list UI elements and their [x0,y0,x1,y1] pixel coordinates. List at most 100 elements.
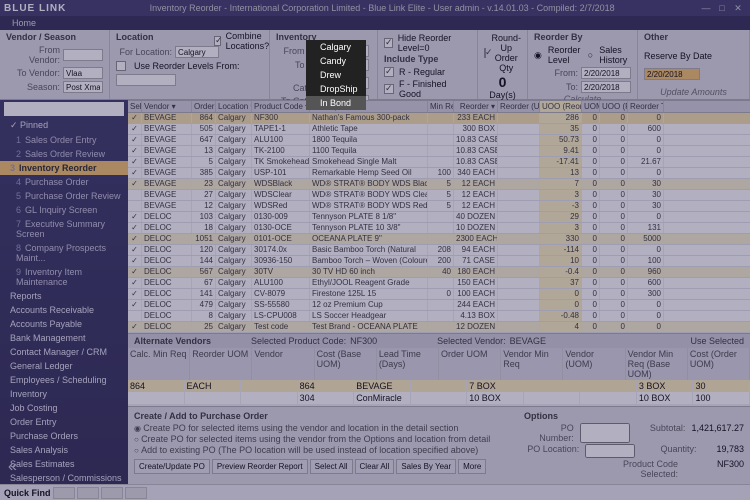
grid-row[interactable]: ✓DELOC1051Calgary0101-OCEOCEANA PLATE 9"… [128,234,750,245]
alt-col-header[interactable]: Vendor [252,348,314,380]
reorder-to[interactable] [581,81,631,93]
location-dropdown[interactable]: CalgaryCandyDrewDropShipIn Bond [306,40,366,110]
po-number-input[interactable] [580,423,630,443]
grid-row[interactable]: ✓DELOC120Calgary30174.0xBasic Bamboo Tor… [128,245,750,256]
grid-row[interactable]: ✓DELOC103Calgary0130-009Tennyson PLATE 8… [128,212,750,223]
alt-col-header[interactable]: Calc. Min Req [128,348,190,380]
sidebar-item[interactable]: 5Purchase Order Review [0,189,128,203]
sidebar-module[interactable]: Purchase Orders [0,429,128,443]
col-header[interactable]: UOM (Reorder) ▾ [582,101,600,112]
col-header[interactable]: Order ▾ [192,101,216,112]
grid-row[interactable]: ✓BEVAGE13CalgaryTK-21001100 Tequila10.83… [128,146,750,157]
preview-report-button[interactable]: Preview Reorder Report [212,459,308,474]
min-icon[interactable]: — [698,3,714,13]
col-header[interactable]: Location ▾ [216,101,252,112]
col-header[interactable]: Min Reorder ▾ [428,101,454,112]
sidebar-collapse-icon[interactable]: « [8,458,17,476]
status-tab[interactable] [125,487,147,499]
sidebar-item[interactable]: 8Company Prospects Maint... [0,241,128,265]
include-f-checkbox[interactable] [384,84,394,94]
radio-create-options[interactable]: ○ Create PO for selected items using the… [134,434,504,444]
grid-row[interactable]: ✓BEVAGE505CalgaryTAPE1-1Athletic Tape300… [128,124,750,135]
sidebar-item[interactable]: 2Sales Order Review [0,147,128,161]
create-update-po-button[interactable]: Create/Update PO [134,459,210,474]
grid-row[interactable]: ✓BEVAGE5CalgaryTK SmokeheadSmokehead Sin… [128,157,750,168]
to-vendor-input[interactable] [63,67,103,79]
po-location-input[interactable] [585,444,635,458]
alt-col-header[interactable]: Order UOM [439,348,501,380]
grid-row[interactable]: ✓DELOC18Calgary0130-OCETennyson PLATE 10… [128,223,750,234]
grid-body[interactable]: ✓BEVAGE864CalgaryNF300Nathan's Famous 30… [128,113,750,333]
sidebar-module[interactable]: Accounts Payable [0,317,128,331]
update-amounts-button[interactable]: Update Amounts [660,87,727,97]
sidebar-module[interactable]: Employees / Scheduling [0,373,128,387]
reserve-date[interactable] [644,68,700,80]
include-r-checkbox[interactable] [384,67,394,77]
grid-row[interactable]: ✓DELOC479CalgarySS-5558012 oz Premium Cu… [128,300,750,311]
sidebar-module[interactable]: Contact Manager / CRM [0,345,128,359]
quick-find-label[interactable]: Quick Find [4,488,51,498]
sales-by-year-button[interactable]: Sales By Year [396,459,456,474]
alt-col-header[interactable]: Lead Time (Days) [377,348,439,380]
sidebar-pinned-header[interactable]: ✓ Pinned [0,118,128,133]
sidebar-item[interactable]: 3Inventory Reorder [0,161,128,175]
grid-row[interactable]: ✓BEVAGE23CalgaryWDSBlackWD® STRAT® BODY … [128,179,750,190]
sidebar-item[interactable]: 7Executive Summary Screen [0,217,128,241]
season-input[interactable] [63,81,103,93]
col-header[interactable]: Reorder (UOM) ▾ [498,101,540,112]
location-option[interactable]: DropShip [306,82,366,96]
more-button[interactable]: More [458,459,486,474]
radio-create-detail[interactable]: ◉ Create PO for selected items using the… [134,423,504,433]
reorder-levels-checkbox[interactable] [116,61,126,71]
combine-locations-checkbox[interactable] [214,36,221,46]
sidebar-module[interactable]: Sales Analysis [0,443,128,457]
grid-row[interactable]: ✓BEVAGE647CalgaryALU1001800 Tequila10.83… [128,135,750,146]
grid-row[interactable]: BEVAGE12CalgaryWDSRedWD® STRAT® BODY WDS… [128,201,750,212]
col-header[interactable]: Vendor ▾ [142,101,192,112]
grid-row[interactable]: ✓DELOC67CalgaryALU100Ethyl/JOOL Reagent … [128,278,750,289]
col-header[interactable]: UOO (Reorder) ▾ [540,101,582,112]
sidebar-item[interactable]: 9Inventory Item Maintenance [0,265,128,289]
sidebar-item[interactable]: 4Purchase Order [0,175,128,189]
location-option[interactable]: Calgary [306,40,366,54]
alt-col-header[interactable]: Vendor (UOM) [563,348,625,380]
status-tab[interactable] [101,487,123,499]
for-location-input[interactable] [175,46,219,58]
reorder-levels-from[interactable] [116,74,176,86]
col-header[interactable]: UOO (Reorder) ▾ [600,101,628,112]
grid-row[interactable]: ✓DELOC25CalgaryTest codeTest Brand - OCE… [128,322,750,333]
roundup-checkbox[interactable] [484,48,486,58]
sidebar-module[interactable]: Inventory [0,387,128,401]
status-tab[interactable] [77,487,99,499]
hide-reorder-checkbox[interactable] [384,38,393,48]
alt-col-header[interactable]: Reorder UOM [190,348,252,380]
col-header[interactable]: Reorder Tar ▾ [628,101,664,112]
sidebar-module[interactable]: Reports [0,289,128,303]
select-all-button[interactable]: Select All [310,459,353,474]
sidebar-module[interactable]: General Ledger [0,359,128,373]
status-tab[interactable] [53,487,75,499]
alt-col-header[interactable]: Vendor Min Req [501,348,563,380]
grid-row[interactable]: BEVAGE27CalgaryWDSClearWD® STRAT® BODY W… [128,190,750,201]
sidebar-item[interactable]: 6GL Inquiry Screen [0,203,128,217]
grid-row[interactable]: DELOC8CalgaryLS-CPU008LS Soccer Headgear… [128,311,750,322]
sidebar-module[interactable]: Bank Management [0,331,128,345]
clear-all-button[interactable]: Clear All [355,459,395,474]
alt-row[interactable]: 864EACH864BEVAGE7 BOX3 BOX30 [128,380,750,392]
sidebar-module[interactable]: Order Entry [0,415,128,429]
grid-row[interactable]: ✓BEVAGE864CalgaryNF300Nathan's Famous 30… [128,113,750,124]
sidebar-module[interactable]: Sales Estimates [0,457,128,471]
col-header[interactable]: Sel ▾ [128,101,142,112]
from-vendor-input[interactable] [63,49,103,61]
location-option[interactable]: In Bond [306,96,366,110]
location-option[interactable]: Candy [306,54,366,68]
alt-row[interactable]: 304ConMiracle10 BOX10 BOX100 [128,392,750,404]
sidebar-module[interactable]: Accounts Receivable [0,303,128,317]
sidebar-module[interactable]: Salesperson / Commissions [0,471,128,484]
ribbon-tab-home[interactable]: Home [0,16,750,30]
radio-add-existing[interactable]: ○ Add to existing PO (The PO location wi… [134,445,504,455]
col-header[interactable]: Reorder ▾ [454,101,498,112]
reorder-from[interactable] [581,67,631,79]
alt-col-header[interactable]: Cost (Order UOM) [688,348,750,380]
sidebar-item[interactable]: 1Sales Order Entry [0,133,128,147]
